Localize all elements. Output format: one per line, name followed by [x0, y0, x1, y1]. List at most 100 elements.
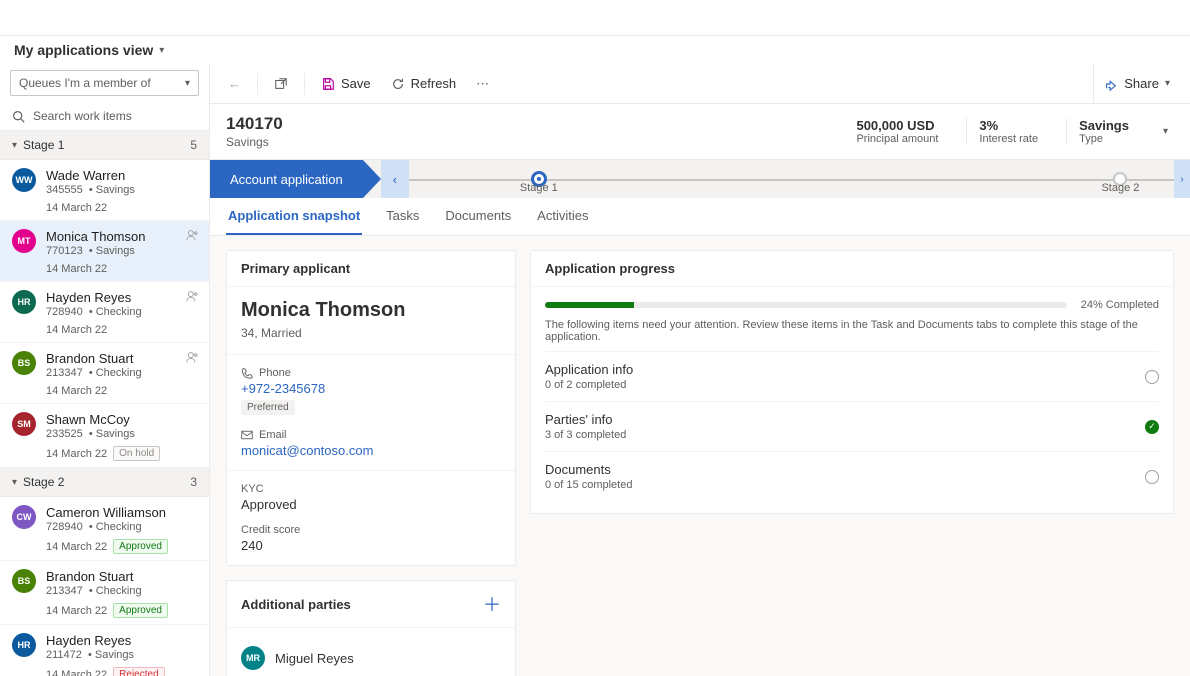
chevron-down-icon: ▾ — [1165, 78, 1170, 89]
chevron-down-icon[interactable]: ▾ — [1157, 126, 1174, 137]
add-party-button[interactable]: ＋ — [483, 591, 501, 617]
more-button[interactable]: ⋯ — [468, 71, 499, 97]
email-label: Email — [259, 429, 287, 441]
chevron-right-icon: › — [1180, 174, 1183, 185]
progress-item[interactable]: Application info0 of 2 completed — [545, 351, 1159, 401]
stage-header[interactable]: ▾Stage 15 — [0, 131, 209, 160]
save-button[interactable]: Save — [313, 71, 379, 96]
avatar: CW — [12, 505, 36, 529]
avatar: MR — [241, 646, 265, 670]
view-title: My applications view — [14, 42, 153, 58]
stage-node-2-label: Stage 2 — [1101, 182, 1139, 194]
person-icon — [186, 290, 199, 303]
work-item[interactable]: HR Hayden Reyes 728940 • Checking 14 Mar… — [0, 282, 209, 343]
circle-icon — [1145, 370, 1159, 384]
work-item-date: 14 March 22 — [46, 385, 197, 397]
product-type: Savings — [1079, 118, 1129, 133]
work-item-sub: 233525 • Savings — [46, 428, 197, 440]
principal-amount-label: Principal amount — [856, 133, 938, 145]
refresh-icon — [391, 77, 405, 91]
status-badge: On hold — [113, 446, 160, 461]
work-item-name: Cameron Williamson — [46, 505, 197, 520]
avatar: BS — [12, 569, 36, 593]
avatar: HR — [12, 633, 36, 657]
work-item-sub: 770123 • Savings — [46, 245, 197, 257]
top-bar — [0, 0, 1190, 36]
work-item[interactable]: HR Hayden Reyes 211472 • Savings 14 Marc… — [0, 625, 209, 676]
preferred-tag: Preferred — [241, 400, 295, 415]
work-item[interactable]: BS Brandon Stuart 213347 • Checking 14 M… — [0, 561, 209, 625]
status-badge: Rejected — [113, 667, 164, 676]
work-item[interactable]: MT Monica Thomson 770123 • Savings 14 Ma… — [0, 221, 209, 282]
interest-rate: 3% — [979, 118, 1038, 133]
work-item-date: 14 March 22 — [46, 263, 197, 275]
progress-item-title: Parties' info — [545, 412, 626, 427]
primary-applicant-header: Primary applicant — [227, 251, 515, 287]
avatar: MT — [12, 229, 36, 253]
tab[interactable]: Activities — [535, 198, 590, 235]
open-new-button[interactable] — [266, 72, 296, 96]
queue-dropdown[interactable]: Queues I'm a member of ▾ — [10, 70, 199, 96]
work-item[interactable]: WW Wade Warren 345555 • Savings 14 March… — [0, 160, 209, 221]
work-item[interactable]: SM Shawn McCoy 233525 • Savings 14 March… — [0, 404, 209, 468]
work-item[interactable]: CW Cameron Williamson 728940 • Checking … — [0, 497, 209, 561]
person-icon — [186, 229, 199, 242]
stage-pill-label: Account application — [230, 172, 343, 187]
share-button[interactable]: Share ▾ — [1093, 64, 1180, 103]
view-header[interactable]: My applications view ▾ — [0, 36, 1190, 64]
work-item-sub: 728940 • Checking — [46, 306, 197, 318]
tab[interactable]: Tasks — [384, 198, 421, 235]
credit-score-label: Credit score — [241, 524, 300, 536]
back-button[interactable]: ← — [220, 71, 249, 96]
work-item-sub: 728940 • Checking — [46, 521, 197, 533]
work-item-name: Shawn McCoy — [46, 412, 197, 427]
work-item-name: Brandon Stuart — [46, 351, 197, 366]
applicant-email[interactable]: monicat@contoso.com — [241, 443, 501, 458]
sidebar: Queues I'm a member of ▾ Search work ite… — [0, 64, 210, 676]
record-header: 140170 Savings 500,000 USD Principal amo… — [210, 104, 1190, 160]
applicant-phone[interactable]: +972-2345678 — [241, 381, 501, 396]
kyc-label: KYC — [241, 483, 264, 495]
stage-count: 5 — [190, 138, 197, 152]
stage-label: Stage 2 — [23, 475, 64, 489]
work-item-sub: 213347 • Checking — [46, 367, 197, 379]
stage-pill[interactable]: Account application — [210, 160, 363, 198]
work-item[interactable]: BS Brandon Stuart 213347 • Checking 14 M… — [0, 343, 209, 404]
record-id: 140170 — [226, 114, 844, 134]
application-progress-header: Application progress — [531, 251, 1173, 287]
stage-header[interactable]: ▾Stage 23 — [0, 468, 209, 497]
avatar: SM — [12, 412, 36, 436]
chevron-left-icon: ‹ — [393, 172, 397, 187]
tab[interactable]: Application snapshot — [226, 198, 362, 235]
circle-icon — [1145, 470, 1159, 484]
arrow-left-icon: ← — [228, 76, 241, 91]
product-type-label: Type — [1079, 133, 1129, 145]
additional-parties-header: Additional parties — [241, 597, 351, 612]
tab[interactable]: Documents — [443, 198, 513, 235]
primary-applicant-card: Primary applicant Monica Thomson 34, Mar… — [226, 250, 516, 566]
work-item-name: Hayden Reyes — [46, 290, 197, 305]
work-item-date: 14 March 22 On hold — [46, 446, 197, 461]
progress-item[interactable]: Parties' info3 of 3 completed — [545, 401, 1159, 451]
progress-item[interactable]: Documents 0 of 15 completed — [545, 451, 1159, 501]
stage-prev-button[interactable]: ‹ — [381, 160, 409, 198]
search-input[interactable]: Search work items — [0, 102, 209, 131]
party-row[interactable]: MRMiguel Reyes — [241, 640, 501, 676]
refresh-button[interactable]: Refresh — [383, 71, 465, 96]
progress-item-title: Application info — [545, 362, 633, 377]
progress-item-sub: 0 of 15 completed — [545, 479, 632, 491]
chevron-down-icon: ▾ — [185, 78, 190, 89]
avatar: BS — [12, 351, 36, 375]
work-item-date: 14 March 22 — [46, 324, 197, 336]
work-item-name: Wade Warren — [46, 168, 197, 183]
progress-percent: 24% Completed — [1081, 299, 1159, 311]
work-item-date: 14 March 22 — [46, 202, 197, 214]
progress-item-title: Documents — [545, 462, 632, 477]
stage-count: 3 — [190, 475, 197, 489]
refresh-label: Refresh — [411, 76, 457, 91]
stage-next-button[interactable]: › — [1174, 160, 1190, 198]
interest-rate-label: Interest rate — [979, 133, 1038, 145]
progress-bar — [545, 302, 1067, 308]
work-item-sub: 213347 • Checking — [46, 585, 197, 597]
stage-node-1-label: Stage 1 — [520, 182, 558, 194]
